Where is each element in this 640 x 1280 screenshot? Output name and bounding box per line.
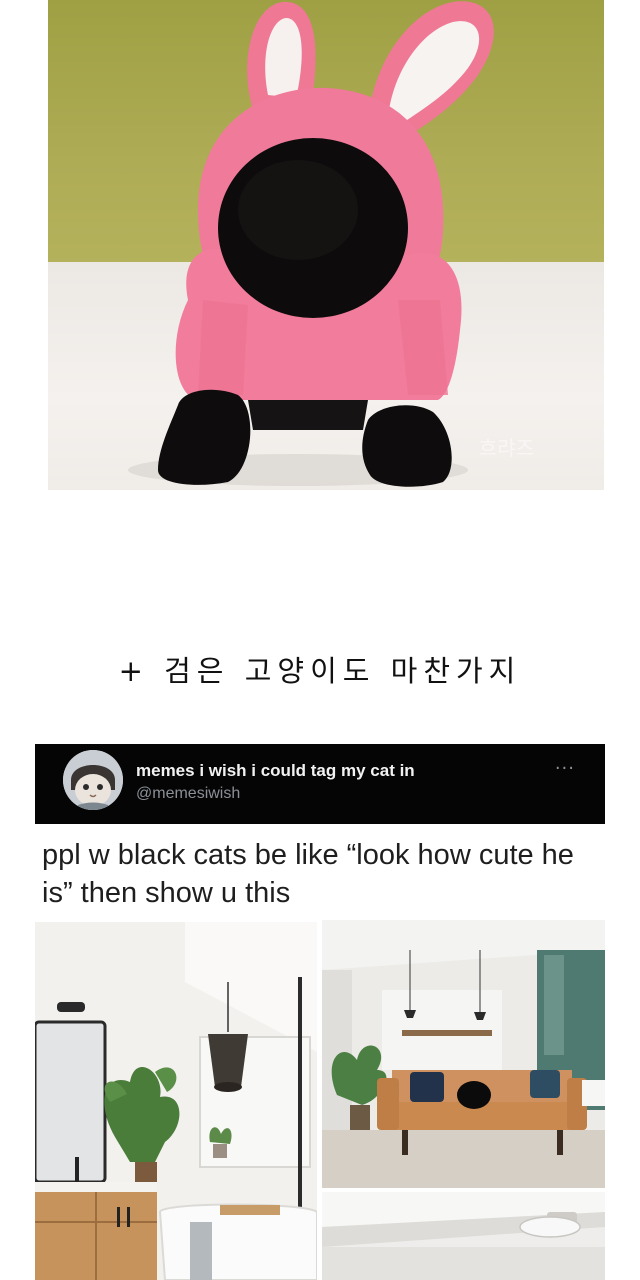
ceiling-photo bbox=[322, 1192, 605, 1280]
cat-avatar-icon bbox=[63, 750, 123, 810]
living-room-scene bbox=[322, 920, 605, 1188]
avatar[interactable] bbox=[63, 750, 123, 810]
living-room-photo bbox=[322, 920, 605, 1188]
watermark-text: 흐랴즈 bbox=[478, 436, 534, 460]
tweet-header: memes i wish i could tag my cat in @meme… bbox=[35, 744, 605, 824]
pet-in-bunny-hoodie bbox=[128, 1, 494, 487]
more-options-icon[interactable]: ··· bbox=[555, 758, 575, 779]
korean-caption: + 검은 고양이도 마찬가지 bbox=[118, 654, 522, 688]
top-photo: 흐랴즈 bbox=[48, 0, 604, 490]
handle[interactable]: @memesiwish bbox=[136, 785, 240, 803]
display-name[interactable]: memes i wish i could tag my cat in bbox=[136, 761, 415, 781]
bathroom-photo bbox=[35, 922, 317, 1280]
bathroom-scene bbox=[35, 922, 317, 1280]
ceiling-scene bbox=[322, 1192, 605, 1280]
tweet-text: ppl w black cats be like “look how cute … bbox=[42, 839, 574, 909]
